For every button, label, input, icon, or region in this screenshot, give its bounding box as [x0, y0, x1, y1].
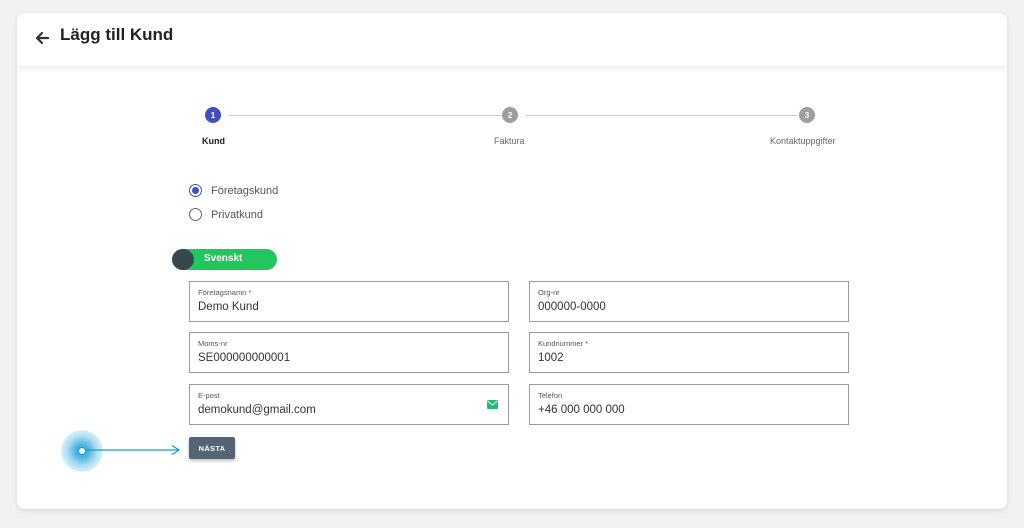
radio-button-checked[interactable] [189, 184, 202, 197]
click-indicator-dot [78, 447, 86, 455]
page-header: Lägg till Kund [17, 13, 1007, 66]
pointer-arrow-icon [86, 444, 181, 456]
step-3-label: Kontaktuppgifter [770, 136, 836, 146]
step-2-label: Faktura [494, 136, 525, 146]
language-toggle[interactable]: Svenskt [172, 249, 277, 270]
vat-nr-field[interactable]: Moms-nr [189, 332, 509, 373]
step-connector-2 [526, 115, 798, 116]
radio-company-customer[interactable]: Företagskund [189, 184, 278, 197]
toggle-knob[interactable] [172, 249, 194, 270]
step-connector-1 [229, 115, 502, 116]
vat-nr-label: Moms-nr [198, 339, 228, 348]
customer-number-field[interactable]: Kundnummer * [529, 332, 849, 373]
next-button[interactable]: NÄSTA [189, 437, 235, 459]
company-name-label: Företagsnamn * [198, 288, 252, 297]
radio-label-private: Privatkund [211, 208, 263, 221]
phone-input[interactable] [538, 404, 828, 416]
email-label: E-post [198, 391, 220, 400]
step-3-circle[interactable]: 3 [799, 107, 815, 123]
step-1-circle[interactable]: 1 [205, 107, 221, 123]
org-nr-label: Org-nr [538, 288, 560, 297]
email-field[interactable]: E-post [189, 384, 509, 425]
step-1-label: Kund [202, 136, 225, 146]
radio-label-company: Företagskund [211, 184, 279, 197]
mail-icon [487, 400, 498, 409]
step-2-circle[interactable]: 2 [502, 107, 518, 123]
customer-number-label: Kundnummer * [538, 339, 589, 348]
company-name-input[interactable] [198, 301, 488, 313]
customer-number-input[interactable] [538, 352, 828, 364]
add-customer-card: Lägg till Kund 1 2 3 Kund Faktura Kontak… [17, 13, 1007, 509]
vat-nr-input[interactable] [198, 352, 488, 364]
arrow-left-icon[interactable] [35, 31, 49, 45]
phone-field[interactable]: Telefon [529, 384, 849, 425]
company-name-field[interactable]: Företagsnamn * [189, 281, 509, 322]
org-nr-field[interactable]: Org-nr [529, 281, 849, 322]
radio-private-customer[interactable]: Privatkund [189, 208, 263, 221]
toggle-label: Svenskt [204, 253, 243, 264]
page-title: Lägg till Kund [60, 25, 174, 44]
radio-button-unchecked[interactable] [189, 208, 202, 221]
phone-label: Telefon [538, 391, 563, 400]
email-input[interactable] [198, 404, 488, 416]
org-nr-input[interactable] [538, 301, 828, 313]
